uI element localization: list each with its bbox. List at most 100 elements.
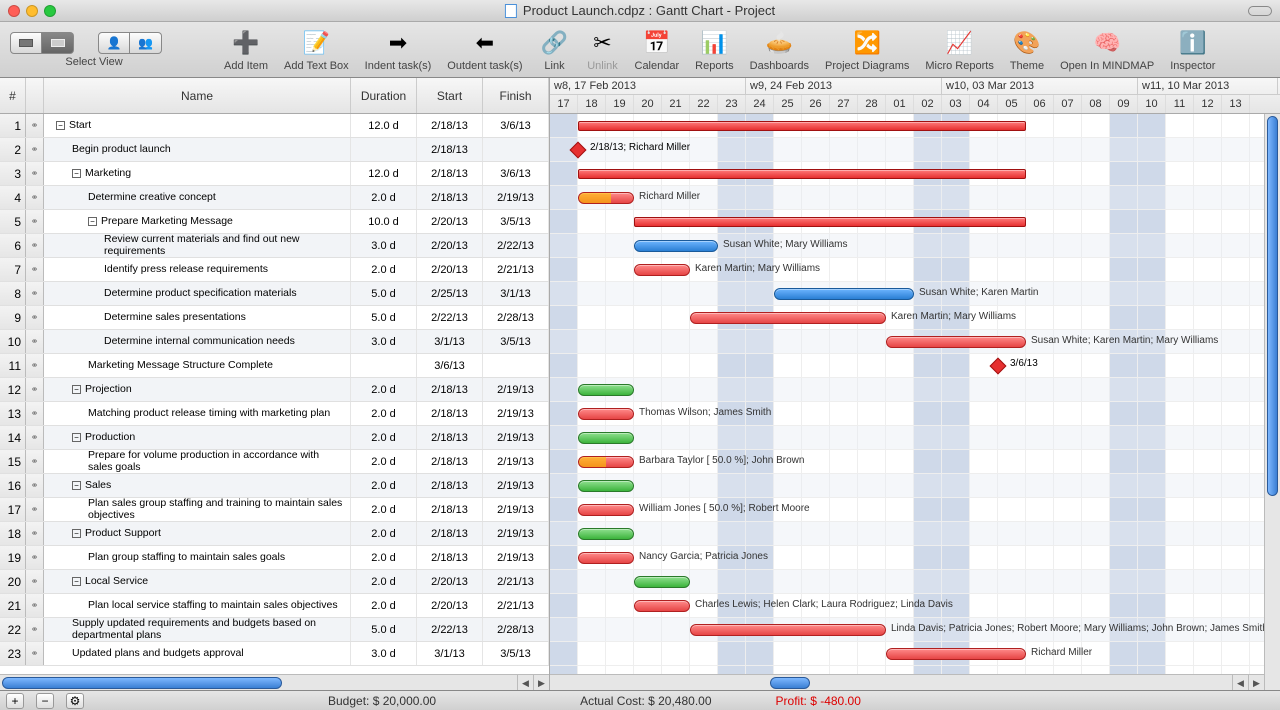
- toolbar-add-text-box[interactable]: 📝Add Text Box: [276, 28, 357, 72]
- toolbar-outdent[interactable]: ⬅Outdent task(s): [439, 28, 530, 72]
- toolbar-calendar[interactable]: 📅Calendar: [627, 28, 688, 72]
- expander-icon[interactable]: −: [72, 481, 81, 490]
- table-row[interactable]: 9 ⚭ Determine sales presentations 5.0 d …: [0, 306, 549, 330]
- right-vscroll[interactable]: [1264, 114, 1280, 690]
- toolbar-toggle-icon[interactable]: [1248, 6, 1272, 16]
- milestone-icon[interactable]: [990, 358, 1007, 375]
- col-finish[interactable]: Finish: [483, 78, 549, 113]
- gantt-bar[interactable]: Nancy Garcia; Patricia Jones: [578, 552, 634, 564]
- task-name: Identify press release requirements: [104, 264, 268, 276]
- expander-icon[interactable]: −: [88, 217, 97, 226]
- gantt-bar[interactable]: [634, 576, 690, 588]
- right-hscroll[interactable]: ◀▶: [550, 674, 1264, 690]
- gantt-bar[interactable]: William Jones [ 50.0 %]; Robert Moore: [578, 504, 634, 516]
- link-icon: ⚭: [31, 192, 39, 203]
- col-start[interactable]: Start: [417, 78, 483, 113]
- col-name[interactable]: Name: [44, 78, 351, 113]
- gantt-bar[interactable]: [578, 480, 634, 492]
- view-extra-segment[interactable]: 👤 👥: [98, 32, 162, 54]
- budget-label: Budget: $ 20,000.00: [328, 694, 436, 708]
- table-row[interactable]: 15 ⚭ Prepare for volume production in ac…: [0, 450, 549, 474]
- toolbar-unlink[interactable]: ✂Unlink: [579, 28, 627, 72]
- gantt-bar[interactable]: Richard Miller: [578, 192, 634, 204]
- table-row[interactable]: 22 ⚭ Supply updated requirements and bud…: [0, 618, 549, 642]
- table-row[interactable]: 12 ⚭ −Projection 2.0 d 2/18/13 2/19/13: [0, 378, 549, 402]
- link-icon: ⚭: [31, 216, 39, 227]
- remove-row-button[interactable]: −: [36, 693, 54, 709]
- table-row[interactable]: 7 ⚭ Identify press release requirements …: [0, 258, 549, 282]
- gantt-row: [550, 522, 1280, 546]
- toolbar-micro-reports[interactable]: 📈Micro Reports: [917, 28, 1001, 72]
- table-row[interactable]: 8 ⚭ Determine product specification mate…: [0, 282, 549, 306]
- toolbar-project-diagrams[interactable]: 🔀Project Diagrams: [817, 28, 917, 72]
- gantt-bar[interactable]: [578, 121, 1026, 131]
- table-row[interactable]: 3 ⚭ −Marketing 12.0 d 2/18/13 3/6/13: [0, 162, 549, 186]
- toolbar-reports[interactable]: 📊Reports: [687, 28, 742, 72]
- toolbar-open-mindmap[interactable]: 🧠Open In MINDMAP: [1052, 28, 1162, 72]
- table-row[interactable]: 4 ⚭ Determine creative concept 2.0 d 2/1…: [0, 186, 549, 210]
- gear-icon[interactable]: ⚙: [66, 693, 84, 709]
- gantt-bar[interactable]: Thomas Wilson; James Smith: [578, 408, 634, 420]
- gantt-bar[interactable]: Charles Lewis; Helen Clark; Laura Rodrig…: [634, 600, 690, 612]
- day-header: 13: [1222, 95, 1250, 113]
- toolbar-link[interactable]: 🔗Link: [531, 28, 579, 72]
- toolbar-inspector[interactable]: ℹ️Inspector: [1162, 28, 1223, 72]
- gantt-bar[interactable]: [578, 432, 634, 444]
- bar-label: Susan White; Karen Martin: [919, 287, 1039, 298]
- gantt-bar[interactable]: Richard Miller: [886, 648, 1026, 660]
- table-row[interactable]: 6 ⚭ Review current materials and find ou…: [0, 234, 549, 258]
- gantt-bar[interactable]: [578, 528, 634, 540]
- table-row[interactable]: 21 ⚭ Plan local service staffing to main…: [0, 594, 549, 618]
- table-row[interactable]: 16 ⚭ −Sales 2.0 d 2/18/13 2/19/13: [0, 474, 549, 498]
- table-row[interactable]: 20 ⚭ −Local Service 2.0 d 2/20/13 2/21/1…: [0, 570, 549, 594]
- gantt-bar[interactable]: [578, 169, 1026, 179]
- table-row[interactable]: 18 ⚭ −Product Support 2.0 d 2/18/13 2/19…: [0, 522, 549, 546]
- task-name: Begin product launch: [72, 144, 171, 156]
- table-row[interactable]: 23 ⚭ Updated plans and budgets approval …: [0, 642, 549, 666]
- toolbar-indent[interactable]: ➡Indent task(s): [357, 28, 440, 72]
- table-row[interactable]: 10 ⚭ Determine internal communication ne…: [0, 330, 549, 354]
- gantt-bar[interactable]: Susan White; Karen Martin; Mary Williams: [886, 336, 1026, 348]
- table-row[interactable]: 2 ⚭ Begin product launch 2/18/13: [0, 138, 549, 162]
- window-title: Product Launch.cdpz : Gantt Chart - Proj…: [523, 3, 775, 18]
- gantt-bar[interactable]: Karen Martin; Mary Williams: [690, 312, 886, 324]
- table-row[interactable]: 17 ⚭ Plan sales group staffing and train…: [0, 498, 549, 522]
- add-row-button[interactable]: +: [6, 693, 24, 709]
- expander-icon[interactable]: −: [72, 577, 81, 586]
- view-mode-segment[interactable]: [10, 32, 74, 54]
- gantt-bar[interactable]: Susan White; Mary Williams: [634, 240, 718, 252]
- expander-icon[interactable]: −: [72, 385, 81, 394]
- milestone-icon[interactable]: [570, 142, 587, 159]
- table-row[interactable]: 5 ⚭ −Prepare Marketing Message 10.0 d 2/…: [0, 210, 549, 234]
- gantt-bar[interactable]: Barbara Taylor [ 50.0 %]; John Brown: [578, 456, 634, 468]
- table-row[interactable]: 13 ⚭ Matching product release timing wit…: [0, 402, 549, 426]
- gantt-bar[interactable]: [634, 217, 1026, 227]
- col-number[interactable]: #: [0, 78, 26, 113]
- expander-icon[interactable]: −: [72, 433, 81, 442]
- table-row[interactable]: 11 ⚭ Marketing Message Structure Complet…: [0, 354, 549, 378]
- day-header: 23: [718, 95, 746, 113]
- expander-icon[interactable]: −: [72, 529, 81, 538]
- expander-icon[interactable]: −: [72, 169, 81, 178]
- left-hscroll[interactable]: ◀▶: [0, 674, 549, 690]
- table-row[interactable]: 14 ⚭ −Production 2.0 d 2/18/13 2/19/13: [0, 426, 549, 450]
- close-icon[interactable]: [8, 5, 20, 17]
- toolbar-add-item[interactable]: ➕Add Item: [216, 28, 276, 72]
- expander-icon[interactable]: −: [56, 121, 65, 130]
- link-icon: ⚭: [31, 336, 39, 347]
- toolbar-dashboards[interactable]: 🥧Dashboards: [742, 28, 817, 72]
- table-row[interactable]: 19 ⚭ Plan group staffing to maintain sal…: [0, 546, 549, 570]
- gantt-bar[interactable]: Linda Davis; Patricia Jones; Robert Moor…: [690, 624, 886, 636]
- gantt-bar[interactable]: [578, 384, 634, 396]
- minimize-icon[interactable]: [26, 5, 38, 17]
- task-name: Determine creative concept: [88, 192, 216, 204]
- gantt-bar[interactable]: Karen Martin; Mary Williams: [634, 264, 690, 276]
- table-row[interactable]: 1 ⚭ −Start 12.0 d 2/18/13 3/6/13: [0, 114, 549, 138]
- toolbar-theme[interactable]: 🎨Theme: [1002, 28, 1052, 72]
- day-header: 22: [690, 95, 718, 113]
- day-header: 02: [914, 95, 942, 113]
- zoom-icon[interactable]: [44, 5, 56, 17]
- gantt-bar[interactable]: Susan White; Karen Martin: [774, 288, 914, 300]
- week-header: w9, 24 Feb 2013: [746, 78, 942, 94]
- col-duration[interactable]: Duration: [351, 78, 417, 113]
